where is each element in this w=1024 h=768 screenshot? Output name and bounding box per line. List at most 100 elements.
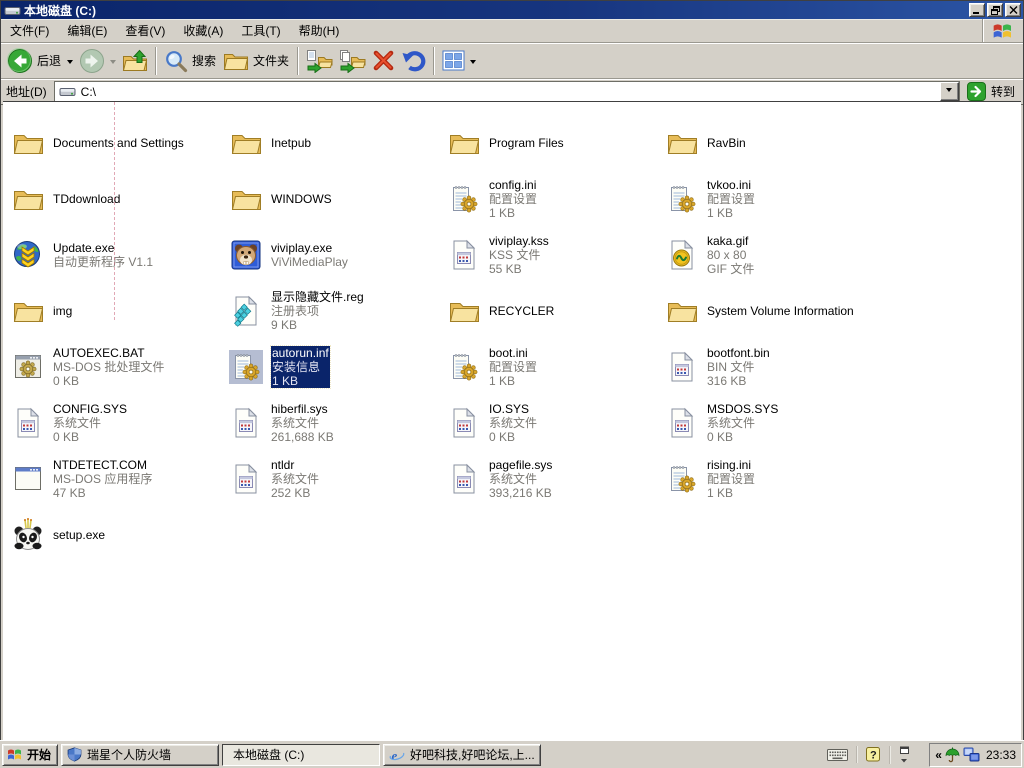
file-tile[interactable]: WINDOWS (229, 171, 447, 227)
file-tile[interactable]: Inetpub (229, 115, 447, 171)
move-to-icon (306, 49, 333, 73)
file-tile[interactable]: kaka.gif80 x 80GIF 文件 (665, 227, 883, 283)
file-name: autorun.inf (272, 346, 329, 360)
taskbar-button[interactable]: 本地磁盘 (C:) (222, 744, 380, 766)
network-icon[interactable] (963, 747, 980, 762)
ini-icon (447, 182, 481, 216)
file-label: AUTOEXEC.BATMS-DOS 批处理文件0 KB (53, 346, 164, 388)
file-area[interactable]: Documents and Settings Inetpub Program Fil… (3, 101, 1021, 740)
address-input[interactable]: C:\ (54, 81, 960, 102)
sysfile-icon (447, 238, 481, 272)
file-info: 1 KB (707, 206, 755, 220)
file-tile[interactable]: rising.ini配置设置1 KB (665, 451, 883, 507)
folder-icon (11, 294, 45, 328)
go-arrow-icon (967, 82, 986, 101)
close-button[interactable] (1005, 3, 1021, 17)
back-button[interactable]: 后退 (4, 46, 76, 76)
file-tile[interactable]: TDdownload (11, 171, 229, 227)
file-tile[interactable]: System Volume Information (665, 283, 883, 339)
file-tile[interactable]: hiberfil.sys系统文件261,688 KB (229, 395, 447, 451)
file-tile[interactable]: config.ini配置设置1 KB (447, 171, 665, 227)
views-dropdown-icon[interactable] (470, 60, 476, 67)
undo-button[interactable] (398, 47, 429, 74)
folders-button[interactable]: 文件夹 (220, 47, 293, 75)
move-to-button[interactable] (303, 47, 336, 75)
file-info: 1 KB (489, 206, 537, 220)
file-label: rising.ini配置设置1 KB (707, 458, 755, 500)
back-icon (7, 48, 33, 74)
back-dropdown-icon[interactable] (67, 60, 73, 67)
file-tile[interactable]: AUTOEXEC.BATMS-DOS 批处理文件0 KB (11, 339, 229, 395)
menu-item[interactable]: 工具(T) (232, 19, 289, 42)
file-info: 配置设置 (489, 360, 537, 374)
tray-expand-icon[interactable]: « (935, 748, 942, 762)
restore-button[interactable] (987, 3, 1003, 17)
umbrella-icon[interactable] (945, 747, 960, 763)
file-tile[interactable]: viviplay.kssKSS 文件55 KB (447, 227, 665, 283)
up-button[interactable] (119, 47, 151, 75)
file-tile[interactable]: Update.exe自动更新程序 V1.1 (11, 227, 229, 283)
file-tile[interactable]: MSDOS.SYS系统文件0 KB (665, 395, 883, 451)
copy-to-button[interactable] (336, 47, 369, 75)
file-tile[interactable]: autorun.inf安装信息1 KB (229, 339, 447, 395)
menu-item[interactable]: 帮助(H) (290, 19, 349, 42)
file-tile[interactable]: Documents and Settings (11, 115, 229, 171)
go-button[interactable]: 转到 (965, 82, 1020, 101)
menu-item[interactable]: 查看(V) (116, 19, 174, 42)
file-name: Inetpub (271, 136, 311, 150)
help-indicator-icon[interactable]: ? (856, 746, 889, 763)
file-info: 55 KB (489, 262, 549, 276)
file-name: Update.exe (53, 241, 153, 255)
file-name: img (53, 304, 72, 318)
sysfile-icon (447, 406, 481, 440)
file-tile[interactable]: ntldr系统文件252 KB (229, 451, 447, 507)
views-button[interactable] (439, 48, 479, 73)
search-button[interactable]: 搜索 (161, 47, 220, 75)
file-name: viviplay.exe (271, 241, 348, 255)
file-info: KSS 文件 (489, 248, 549, 262)
file-name: pagefile.sys (489, 458, 552, 472)
toolbar-separator (433, 47, 435, 75)
taskbar-button[interactable]: 瑞星个人防火墙 (61, 744, 219, 766)
file-label: setup.exe (53, 528, 105, 542)
menu-item[interactable]: 收藏(A) (174, 19, 232, 42)
delete-button[interactable] (369, 47, 398, 74)
file-tile[interactable]: RECYCLER (447, 283, 665, 339)
popup-window-icon[interactable] (889, 746, 918, 764)
address-dropdown-button[interactable] (940, 82, 959, 101)
toolbar: 后退 搜索 文件夹 (1, 43, 1023, 79)
file-tile[interactable]: tvkoo.ini配置设置1 KB (665, 171, 883, 227)
folder-icon (229, 182, 263, 216)
file-label: bootfont.binBIN 文件316 KB (707, 346, 770, 388)
file-info: 0 KB (53, 430, 127, 444)
file-tile[interactable]: bootfont.binBIN 文件316 KB (665, 339, 883, 395)
file-tile[interactable]: setup.exe (11, 507, 229, 563)
taskbar-button[interactable]: e好吧科技,好吧论坛,上... (383, 744, 541, 766)
file-tile[interactable]: pagefile.sys系统文件393,216 KB (447, 451, 665, 507)
file-tile[interactable]: NTDETECT.COMMS-DOS 应用程序47 KB (11, 451, 229, 507)
file-tile[interactable]: IO.SYS系统文件0 KB (447, 395, 665, 451)
file-tile[interactable]: viviplay.exeViViMediaPlay (229, 227, 447, 283)
toolbar-separator (155, 47, 157, 75)
file-label: viviplay.kssKSS 文件55 KB (489, 234, 549, 276)
input-method-icon[interactable] (819, 748, 856, 762)
minimize-button[interactable] (969, 3, 985, 17)
file-tile[interactable]: Program Files (447, 115, 665, 171)
file-tile[interactable]: 显示隐藏文件.reg注册表项9 KB (229, 283, 447, 339)
forward-dropdown-icon[interactable] (110, 60, 116, 67)
address-value: C:\ (81, 85, 935, 99)
menu-item[interactable]: 编辑(E) (58, 19, 116, 42)
start-button[interactable]: 开始 (2, 744, 58, 766)
file-tile[interactable]: RavBin (665, 115, 883, 171)
file-tile[interactable]: img (11, 283, 229, 339)
forward-button[interactable] (76, 46, 119, 76)
file-label: ntldr系统文件252 KB (271, 458, 319, 500)
file-name: tvkoo.ini (707, 178, 755, 192)
disk-icon (4, 4, 21, 17)
file-tile[interactable]: boot.ini配置设置1 KB (447, 339, 665, 395)
menu-item[interactable]: 文件(F) (1, 19, 58, 42)
file-info: 配置设置 (489, 192, 537, 206)
file-label: System Volume Information (707, 304, 854, 318)
menu-bar: 文件(F)编辑(E)查看(V)收藏(A)工具(T)帮助(H) (1, 19, 1023, 43)
file-tile[interactable]: CONFIG.SYS系统文件0 KB (11, 395, 229, 451)
